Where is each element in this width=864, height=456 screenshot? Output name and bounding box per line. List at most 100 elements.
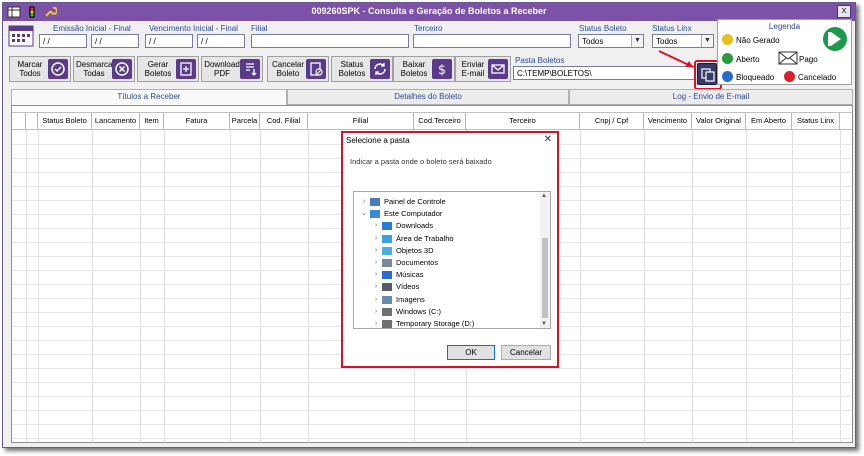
download-pdf-label: Download PDF xyxy=(204,60,240,78)
download-file-icon xyxy=(240,59,260,79)
marcar-todos-label: Marcar Todos xyxy=(17,60,43,78)
chevron-right-icon[interactable]: › xyxy=(372,233,380,245)
vencimento-inicial-field[interactable]: / / xyxy=(145,34,193,48)
select-folder-dialog: Selecione a pasta ✕ Indicar a pasta onde… xyxy=(341,131,559,368)
table-row[interactable] xyxy=(12,396,852,397)
status-boleto-select[interactable]: Todos ▼ xyxy=(578,34,644,48)
dialog-close-button[interactable]: ✕ xyxy=(544,134,552,145)
table-row[interactable] xyxy=(12,424,852,425)
table-row[interactable] xyxy=(12,438,852,439)
terceiro-field[interactable] xyxy=(413,34,571,48)
col-status-boleto[interactable]: Status Boleto xyxy=(38,113,92,130)
emissao-final-field[interactable]: / / xyxy=(91,34,139,48)
tree-item-label: Documentos xyxy=(396,258,439,267)
computer-icon xyxy=(370,210,380,219)
desmarcar-todas-button[interactable]: Desmarcar Todas xyxy=(73,56,135,82)
chevron-right-icon[interactable]: › xyxy=(360,196,368,208)
tab-detalhes-do-boleto[interactable]: Detalhes do Boleto xyxy=(287,89,569,105)
tree-item-label: Área de Trabalho xyxy=(396,233,454,243)
table-row[interactable] xyxy=(12,382,852,383)
pictures-icon xyxy=(382,295,392,304)
status-boletos-button[interactable]: Status Boletos xyxy=(331,56,393,82)
tab-titulos-a-receber[interactable]: Títulos a Receber xyxy=(11,89,287,106)
col-status-linx[interactable]: Status Linx xyxy=(792,113,840,130)
chevron-right-icon[interactable]: › xyxy=(372,294,380,306)
col-valor-original[interactable]: Valor Original xyxy=(692,113,746,130)
info-icon xyxy=(722,71,733,82)
tree-item-label: Downloads xyxy=(396,221,434,231)
browse-folder-button[interactable] xyxy=(694,60,722,90)
chevron-right-icon[interactable]: › xyxy=(372,257,380,269)
scroll-thumb[interactable] xyxy=(542,238,548,318)
download-pdf-button[interactable]: Download PDF xyxy=(201,56,263,82)
chevron-right-icon[interactable]: › xyxy=(372,220,380,232)
close-button[interactable]: x xyxy=(837,5,851,18)
cancelar-boleto-label: Cancelar Boleto xyxy=(271,60,304,78)
pasta-boletos-field[interactable]: C:\TEMP\BOLETOS\ xyxy=(513,66,695,80)
tree-item-label: Vídeos xyxy=(396,282,420,292)
emissao-inicial-field[interactable]: / / xyxy=(39,34,87,48)
window-title: 009260SPK - Consulta e Geração de Boleto… xyxy=(311,6,547,16)
col-cod-filial[interactable]: Cod. Filial xyxy=(260,113,308,130)
cancelar-boleto-button[interactable]: Cancelar Boleto xyxy=(267,56,329,82)
tab-bar: Títulos a Receber Detalhes do Boleto Log… xyxy=(11,89,853,106)
desmarcar-todas-label: Desmarcar Todas xyxy=(76,60,116,78)
tab-log-envio-email[interactable]: Log - Envio de E-mail xyxy=(569,89,853,105)
drive-icon xyxy=(382,320,392,328)
table-row[interactable] xyxy=(12,410,852,411)
baixar-boletos-button[interactable]: Baixar Boletos $ xyxy=(393,56,455,82)
baixar-boletos-label: Baixar Boletos xyxy=(400,60,428,78)
chevron-down-icon[interactable]: ▼ xyxy=(631,35,643,47)
enviar-email-button[interactable]: Enviar E-mail xyxy=(455,56,511,82)
legend-bloqueado: Bloqueado xyxy=(736,73,775,82)
cancel-button[interactable]: Cancelar xyxy=(501,345,551,360)
table-row[interactable] xyxy=(12,368,852,369)
chevron-right-icon[interactable]: › xyxy=(372,281,380,293)
chevron-down-icon[interactable]: ▼ xyxy=(701,35,713,47)
download-folder-icon xyxy=(382,222,392,231)
gerar-boletos-button[interactable]: Gerar Boletos xyxy=(137,56,199,82)
tree-item-label: Windows (C:) xyxy=(396,306,442,316)
vencimento-label: Vencimento Inicial - Final xyxy=(149,24,238,33)
warning-icon xyxy=(722,34,733,45)
chevron-right-icon[interactable]: › xyxy=(372,245,380,257)
legend-nao-gerado: Não Gerado xyxy=(736,36,780,45)
col-item[interactable]: Item xyxy=(140,113,164,130)
status-boleto-value: Todos xyxy=(582,37,604,46)
video-icon xyxy=(382,283,392,292)
envelope-icon xyxy=(778,51,798,65)
col-lancamento[interactable]: Lancamento xyxy=(92,113,140,130)
col-cnpj-cpf[interactable]: Cnpj / Cpf xyxy=(580,113,644,130)
col-vencimento[interactable]: Vencimento xyxy=(644,113,692,130)
emissao-label: Emissão Inicial - Final xyxy=(53,24,131,33)
status-boletos-label: Status Boletos xyxy=(338,60,366,78)
col-parcela[interactable]: Parcela xyxy=(230,113,260,130)
folder-tree[interactable]: › Painel de Controle ⌄ Este Computador › Down… xyxy=(353,191,551,329)
scroll-down-icon[interactable]: ▼ xyxy=(541,321,547,327)
calendar-icon[interactable] xyxy=(8,23,34,49)
chevron-down-icon[interactable]: ⌄ xyxy=(360,208,368,220)
grid-header: Status Boleto Lancamento Item Fatura Par… xyxy=(12,112,852,130)
ok-button[interactable]: OK xyxy=(447,345,495,360)
vencimento-final-field[interactable]: / / xyxy=(197,34,245,48)
status-linx-select[interactable]: Todos ▼ xyxy=(652,34,714,48)
tree-item-label: Imagens xyxy=(396,294,425,304)
filial-field[interactable] xyxy=(251,34,409,48)
col-em-aberto[interactable]: Em Aberto xyxy=(746,113,792,130)
chevron-right-icon[interactable]: › xyxy=(372,306,380,318)
col-terceiro[interactable]: Terceiro xyxy=(466,113,580,130)
scroll-up-icon[interactable]: ▲ xyxy=(541,193,547,199)
status-linx-value: Todos xyxy=(656,37,678,46)
col-fatura[interactable]: Fatura xyxy=(164,113,230,130)
marcar-todos-button[interactable]: Marcar Todos xyxy=(9,56,71,82)
check-icon xyxy=(722,53,733,64)
chevron-right-icon[interactable]: › xyxy=(372,269,380,281)
add-document-icon xyxy=(176,59,196,79)
tree-item-label: Temporary Storage (D:) xyxy=(396,319,475,328)
col-cod-terceiro[interactable]: Cod.Terceiro xyxy=(414,113,466,130)
drive-icon xyxy=(382,307,392,316)
chevron-right-icon[interactable]: › xyxy=(372,318,380,330)
legend-pago: Pago xyxy=(799,55,818,64)
col-filial[interactable]: Filial xyxy=(308,113,414,130)
tree-scrollbar[interactable]: ▲ ▼ xyxy=(540,192,550,328)
